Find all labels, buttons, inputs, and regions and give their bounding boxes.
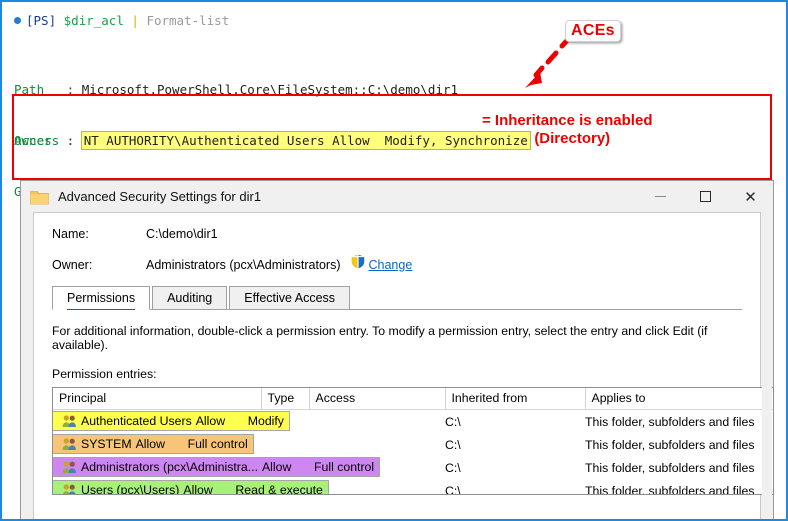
tab-permissions[interactable]: Permissions [52, 286, 151, 310]
column-header-principal[interactable]: Principal [53, 388, 262, 410]
row-4-applies-to: This folder, subfolders and files [585, 483, 755, 495]
row-3-applies-to: This folder, subfolders and files [585, 460, 755, 475]
owner-value: Administrators (pcx\Administrators) [146, 258, 341, 272]
table-row[interactable]: Administrators (pcx\Administra... Allow … [53, 456, 773, 479]
window-controls: ✕ [638, 181, 773, 212]
advanced-security-settings-dialog: Advanced Security Settings for dir1 ✕ Na… [20, 180, 774, 519]
tab-auditing-label: Auditing [167, 291, 213, 305]
row-3-inherited-from: C:\ [445, 460, 461, 475]
maximize-icon[interactable] [683, 181, 728, 212]
group-icon [62, 461, 76, 473]
column-header-applies-to[interactable]: Applies to [585, 388, 773, 410]
tab-effective-access[interactable]: Effective Access [229, 286, 351, 309]
row-3-type: Allow [261, 460, 292, 474]
dialog-content: Name: C:\demo\dir1 Owner: Administrators… [33, 212, 774, 519]
row-4-principal: Users (pcx\Users) [81, 483, 180, 495]
dialog-title: Advanced Security Settings for dir1 [58, 189, 262, 204]
tab-auditing[interactable]: Auditing [152, 286, 228, 309]
uac-shield-icon [351, 254, 364, 269]
row-2-applies-to: This folder, subfolders and files [585, 437, 755, 452]
owner-label: Owner: [52, 258, 93, 272]
folder-icon [30, 190, 49, 204]
group-icon [62, 415, 76, 427]
prompt-variable: $dir_acl [63, 13, 124, 28]
annotation-inheritance-line1: = Inheritance is enabled [482, 112, 653, 129]
row-1-highlight: Authenticated Users Allow Modify [53, 411, 290, 431]
close-icon[interactable]: ✕ [728, 181, 773, 212]
permission-entries-label: Permission entries: [52, 367, 157, 381]
column-header-inherited-from[interactable]: Inherited from [445, 388, 586, 410]
row-1-access: Modify [247, 414, 284, 428]
annotation-aces-label: ACEs [565, 20, 621, 42]
row-1-principal: Authenticated Users [81, 414, 192, 428]
dialog-right-gutter [762, 213, 772, 519]
powershell-prompt-line: [PS] $dir_acl | Format-list [14, 12, 229, 29]
prompt-ps-tag: [PS] [26, 13, 57, 28]
owner-row: Owner: Administrators (pcx\Administrator… [52, 254, 742, 272]
column-header-access[interactable]: Access [309, 388, 446, 410]
name-value: C:\demo\dir1 [146, 227, 218, 241]
annotation-inheritance: = Inheritance is enabled (Directory) [482, 112, 652, 148]
row-3-principal: Administrators (pcx\Administra... [81, 460, 258, 474]
row-4-inherited-from: C:\ [445, 483, 461, 495]
row-4-highlight: Users (pcx\Users) Allow Read & execute [53, 480, 329, 495]
row-3-access: Full control [313, 460, 375, 474]
row-2-highlight: SYSTEM Allow Full control [53, 434, 254, 454]
row-1-highlighted-cells: Authenticated Users Allow Modify [53, 410, 445, 434]
tab-effective-access-label: Effective Access [244, 291, 336, 305]
dialog-tabs: Permissions Auditing Effective Access [52, 285, 742, 310]
annotation-inheritance-line2: (Directory) [534, 130, 611, 147]
row-2-access: Full control [187, 437, 248, 451]
change-owner-link[interactable]: Change [369, 258, 413, 272]
row-1-applies-to: This folder, subfolders and files [585, 414, 755, 429]
table-header-row: Principal Type Access Inherited from App… [53, 388, 773, 410]
row-4-highlighted-cells: Users (pcx\Users) Allow Read & execute [53, 479, 445, 495]
group-icon [62, 484, 76, 494]
table-row[interactable]: SYSTEM Allow Full control C:\ This folde… [53, 433, 773, 456]
acl-access-label: Access [14, 133, 60, 148]
row-2-type: Allow [135, 437, 165, 451]
ace-text-1: NT AUTHORITY\Authenticated Users Allow M… [80, 131, 531, 150]
column-header-type[interactable]: Type [261, 388, 310, 410]
row-2-inherited-from: C:\ [445, 437, 461, 452]
prompt-bullet-icon [14, 17, 21, 24]
screenshot-root: [PS] $dir_acl | Format-list Path: Micros… [0, 0, 788, 521]
row-2-highlighted-cells: SYSTEM Allow Full control [53, 433, 445, 456]
row-3-highlight: Administrators (pcx\Administra... Allow … [53, 457, 381, 477]
row-1-inherited-from: C:\ [445, 414, 461, 429]
table-row[interactable]: Users (pcx\Users) Allow Read & execute C… [53, 479, 773, 495]
ace-line-1: Access: NT AUTHORITY\Authenticated Users… [14, 131, 531, 150]
permission-entries-table: Principal Type Access Inherited from App… [52, 387, 774, 495]
tab-permissions-label: Permissions [67, 287, 136, 310]
name-row: Name: C:\demo\dir1 [52, 227, 742, 241]
powershell-console: [PS] $dir_acl | Format-list Path: Micros… [2, 2, 786, 354]
name-label: Name: [52, 227, 89, 241]
prompt-pipe: | [131, 13, 139, 28]
row-4-type: Allow [183, 483, 213, 495]
table-row[interactable]: Authenticated Users Allow Modify C:\ Thi… [53, 410, 773, 434]
dialog-titlebar[interactable]: Advanced Security Settings for dir1 ✕ [21, 181, 773, 212]
row-4-access: Read & execute [235, 483, 323, 495]
minimize-icon[interactable] [638, 181, 683, 212]
row-1-type: Allow [195, 414, 226, 428]
row-3-highlighted-cells: Administrators (pcx\Administra... Allow … [53, 456, 445, 479]
row-2-principal: SYSTEM [81, 437, 132, 451]
group-icon [62, 438, 76, 450]
info-paragraph: For additional information, double-click… [52, 324, 708, 352]
prompt-command: Format-list [146, 13, 230, 28]
